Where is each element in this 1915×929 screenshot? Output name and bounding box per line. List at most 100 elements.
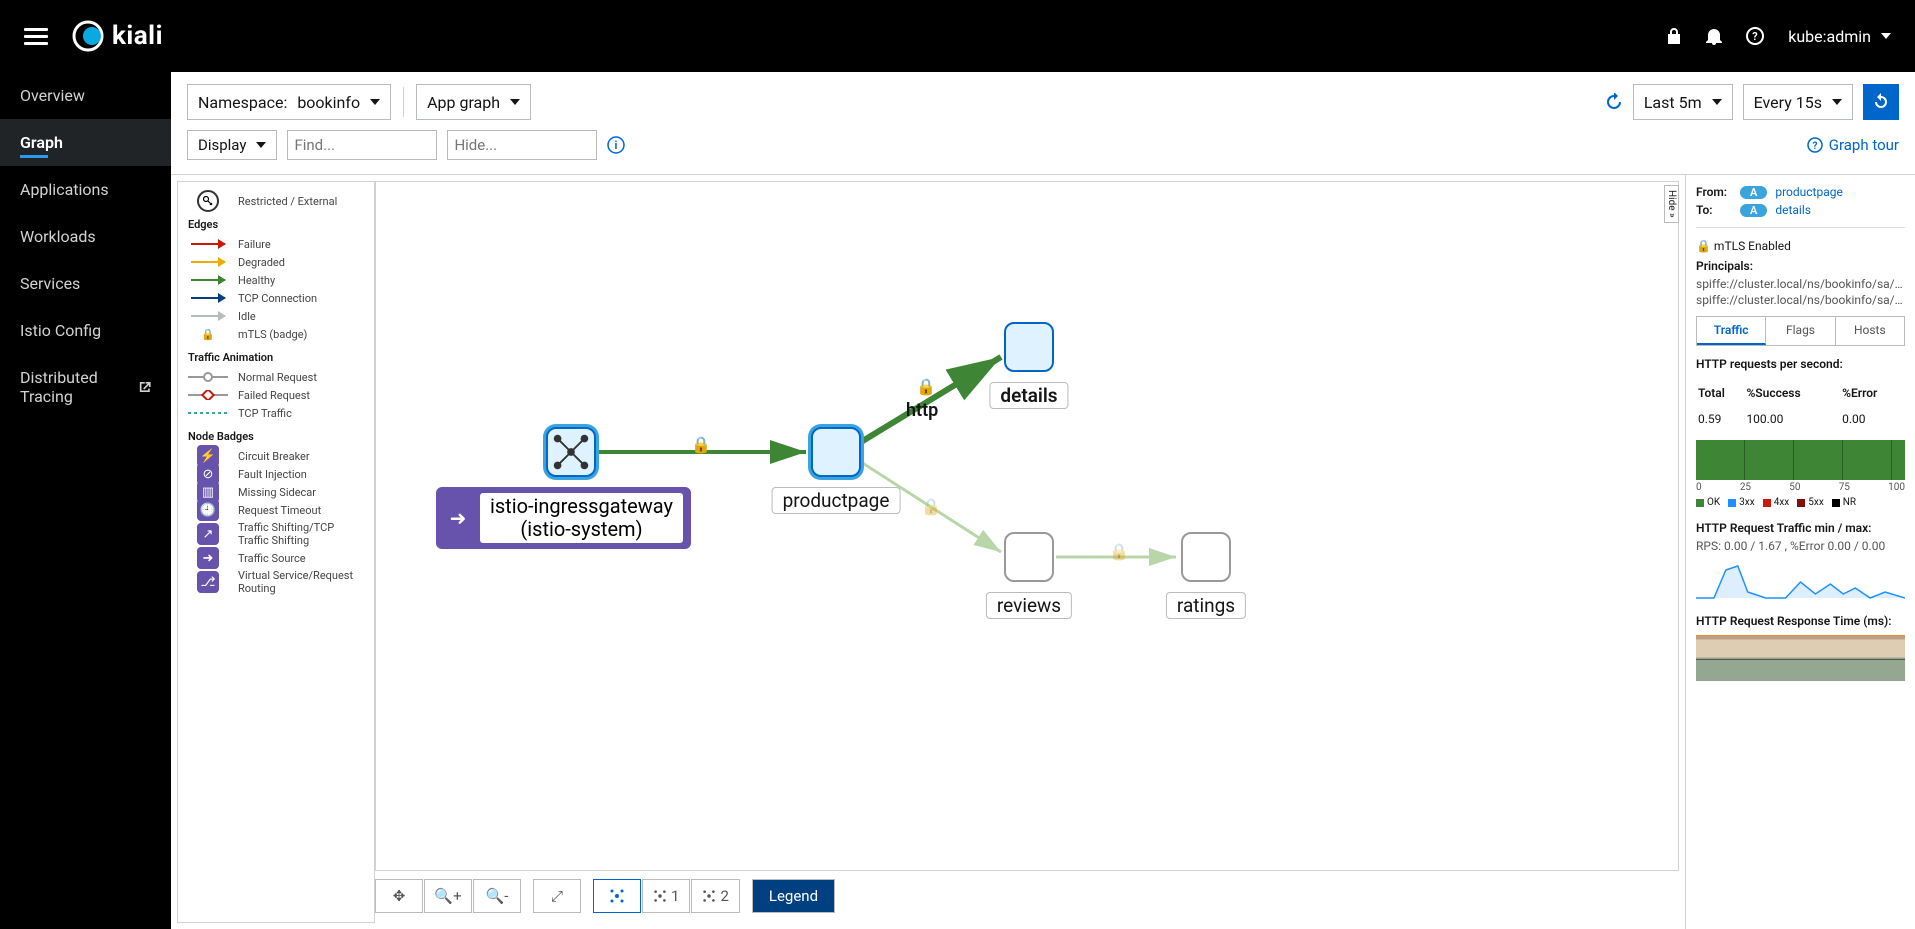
- node-label: reviews: [986, 592, 1072, 619]
- refresh-button[interactable]: [1863, 84, 1899, 120]
- layout-icon: [653, 889, 667, 903]
- legend-label: TCP Traffic: [238, 407, 292, 420]
- display-dropdown[interactable]: Display: [187, 130, 277, 160]
- node-details[interactable]: [1004, 322, 1054, 372]
- duration-dropdown[interactable]: Last 5m: [1633, 84, 1733, 120]
- sidebar-item-overview[interactable]: Overview: [0, 72, 171, 119]
- divider: [403, 87, 404, 117]
- graph-toolbar: ✥ 🔍+ 🔍- ⤢ 1 2 Legend: [375, 871, 1685, 923]
- tab-label: Hide: [1666, 190, 1677, 211]
- chip-icon: [1797, 499, 1805, 507]
- node-label: details: [989, 382, 1068, 409]
- td: 0.00: [1842, 406, 1903, 432]
- sidebar-item-label: Applications: [20, 180, 109, 199]
- sidebar-item-services[interactable]: Services: [0, 260, 171, 307]
- sidebar-item-applications[interactable]: Applications: [0, 166, 171, 213]
- arrow-icon: [191, 243, 225, 245]
- edge-label: http: [906, 400, 938, 421]
- refresh-interval-dropdown[interactable]: Every 15s: [1743, 84, 1853, 120]
- sidebar-item-istio-config[interactable]: Istio Config: [0, 307, 171, 354]
- tab-flags[interactable]: Flags: [1766, 317, 1835, 345]
- to-link[interactable]: details: [1775, 203, 1811, 217]
- dropdown-value: Display: [198, 136, 246, 154]
- sidebar-item-graph[interactable]: Graph: [0, 119, 171, 166]
- arrow-icon: [191, 261, 225, 263]
- dropdown-value: Every 15s: [1754, 93, 1822, 112]
- legend-label: Request Timeout: [238, 504, 321, 517]
- layout-icon: [702, 889, 716, 903]
- user-menu[interactable]: kube:admin: [1788, 27, 1891, 46]
- layout-default-button[interactable]: [593, 879, 641, 913]
- sidebar-item-label: Services: [20, 274, 80, 293]
- lock-icon[interactable]: [1666, 27, 1682, 45]
- chip-label: 5xx: [1808, 497, 1824, 508]
- history-icon[interactable]: [1605, 93, 1623, 111]
- side-panel-tabs: Traffic Flags Hosts: [1696, 316, 1905, 346]
- info-icon[interactable]: i: [607, 136, 625, 154]
- legend-toggle-button[interactable]: Legend: [752, 879, 835, 913]
- lock-icon: 🔒: [188, 327, 228, 341]
- sidebar-item-label: Istio Config: [20, 321, 101, 340]
- chip-icon: [1696, 499, 1704, 507]
- side-panel: From: A productpage To: A details 🔒 mTLS…: [1685, 175, 1915, 929]
- chip-label: NR: [1843, 497, 1856, 508]
- drag-button[interactable]: ✥: [375, 879, 423, 913]
- graph-type-dropdown[interactable]: App graph: [416, 84, 531, 120]
- node-reviews[interactable]: [1004, 532, 1054, 582]
- graph-canvas[interactable]: 🔒 🔒 🔒 🔒 http ➜ istio-ingressgateway (ist…: [375, 181, 1679, 871]
- normal-request-icon: [188, 372, 228, 382]
- from-link[interactable]: productpage: [1775, 185, 1843, 199]
- external-link-icon: [139, 380, 151, 394]
- legend-label: Degraded: [238, 256, 285, 269]
- tick: 0: [1696, 482, 1702, 493]
- legend-label: Restricted / External: [238, 195, 337, 208]
- sidebar-item-workloads[interactable]: Workloads: [0, 213, 171, 260]
- response-time-chart: [1696, 635, 1905, 681]
- svg-text:i: i: [615, 139, 618, 152]
- td: 0.59: [1698, 406, 1744, 432]
- tab-traffic[interactable]: Traffic: [1697, 317, 1766, 345]
- hamburger-icon[interactable]: [24, 28, 48, 45]
- chip-label: OK: [1707, 497, 1720, 508]
- rps-sparkline: [1696, 558, 1905, 603]
- legend-panel: Restricted / External Edges Failure Degr…: [177, 181, 375, 923]
- legend-section-title: Edges: [188, 218, 366, 231]
- principal-value: spiffe://cluster.local/ns/bookinfo/sa/bo…: [1696, 276, 1905, 292]
- tab-label: Hosts: [1854, 323, 1886, 337]
- help-icon[interactable]: ?: [1746, 27, 1764, 45]
- sidebar-item-label: Graph: [20, 133, 63, 152]
- graph-tour-link[interactable]: ? Graph tour: [1807, 136, 1899, 154]
- legend-label: Traffic Source: [238, 552, 306, 565]
- top-bar: kiali ? kube:admin: [0, 0, 1915, 72]
- zoom-in-button[interactable]: 🔍+: [424, 879, 472, 913]
- node-productpage[interactable]: [811, 427, 861, 477]
- dropdown-value: App graph: [427, 93, 500, 112]
- mtls-lock-icon: 🔒: [691, 435, 711, 454]
- layout-1-button[interactable]: 1: [642, 879, 690, 913]
- request-timeout-icon: 🕘: [197, 499, 219, 521]
- ingress-label-box: ➜ istio-ingressgateway (istio-system): [436, 487, 691, 549]
- legend-section-title: Traffic Animation: [188, 351, 366, 364]
- layout-2-button[interactable]: 2: [691, 879, 739, 913]
- bell-icon[interactable]: [1706, 27, 1722, 45]
- hide-input[interactable]: [447, 130, 597, 160]
- tab-label: Traffic: [1714, 323, 1749, 337]
- graph-area: 🔒 🔒 🔒 🔒 http ➜ istio-ingressgateway (ist…: [375, 181, 1685, 923]
- namespace-dropdown[interactable]: Namespace: bookinfo: [187, 84, 391, 120]
- button-label: 1: [671, 887, 679, 905]
- node-ratings[interactable]: [1181, 532, 1231, 582]
- top-bar-left: kiali: [24, 20, 163, 52]
- node-label: ratings: [1166, 592, 1246, 619]
- sidebar-item-label: Distributed Tracing: [20, 368, 131, 406]
- fit-button[interactable]: ⤢: [533, 879, 581, 913]
- tab-hosts[interactable]: Hosts: [1836, 317, 1904, 345]
- virtual-service-icon: ⎇: [197, 571, 219, 593]
- sidebar-item-distributed-tracing[interactable]: Distributed Tracing: [0, 354, 171, 420]
- mtls-lock-icon: 🔒: [921, 497, 941, 516]
- caret-down-icon: [510, 99, 520, 105]
- zoom-out-button[interactable]: 🔍-: [473, 879, 521, 913]
- node-ingressgateway[interactable]: [546, 427, 596, 477]
- hide-panel-tab[interactable]: Hide »: [1664, 185, 1679, 223]
- find-input[interactable]: [287, 130, 437, 160]
- chart-legend: OK 3xx 4xx 5xx NR: [1696, 497, 1905, 508]
